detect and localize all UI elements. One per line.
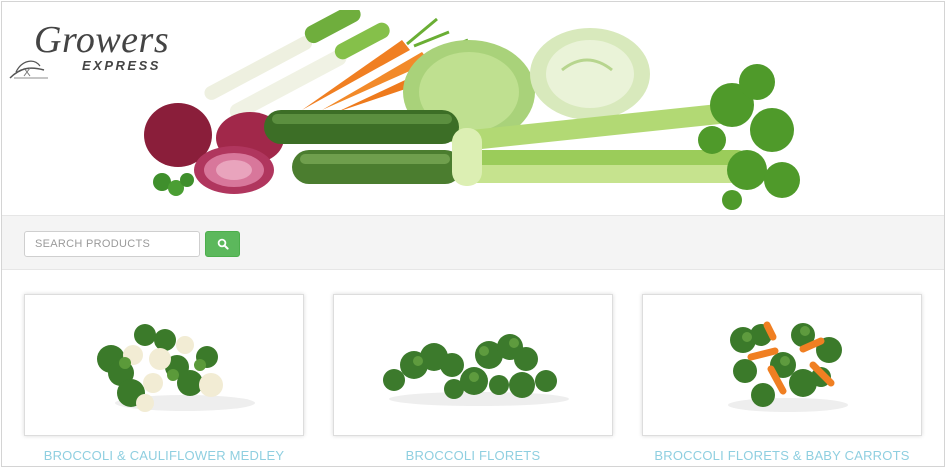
- hero-vegetables-image: [144, 10, 800, 210]
- search-bar: [2, 215, 944, 270]
- product-title-link[interactable]: BROCCOLI FLORETS & BABY CARROTS: [642, 448, 922, 463]
- search-button[interactable]: [205, 231, 240, 257]
- product-image-broccoli-florets: [383, 334, 569, 406]
- header-banner: Growers EXPRESS: [2, 2, 944, 215]
- product-title-link[interactable]: BROCCOLI FLORETS: [333, 448, 613, 463]
- search-input[interactable]: [24, 231, 200, 257]
- product-card-broccoli-cauliflower-medley[interactable]: [24, 294, 304, 436]
- search-icon: [217, 238, 229, 250]
- product-card-broccoli-florets-baby-carrots[interactable]: [642, 294, 922, 436]
- product-image-broccoli-cauliflower: [97, 324, 255, 412]
- page-frame: Growers EXPRESS SEARCH PRODUCTS BROCCOLI…: [1, 1, 945, 467]
- product-title-link[interactable]: BROCCOLI & CAULIFLOWER MEDLEY: [24, 448, 304, 463]
- product-card-broccoli-florets[interactable]: [333, 294, 613, 436]
- product-image-broccoli-carrots: [728, 321, 848, 412]
